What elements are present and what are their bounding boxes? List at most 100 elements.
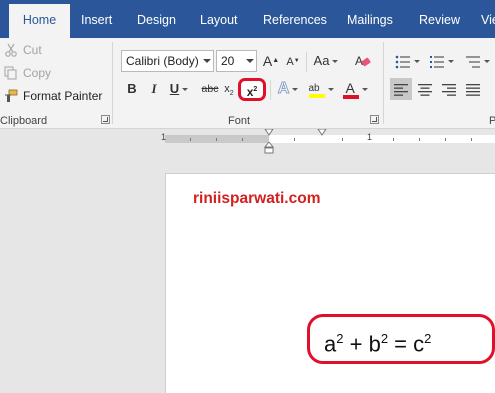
equation-equals: = xyxy=(388,331,414,357)
chevron-down-icon xyxy=(483,60,490,64)
multilevel-list-button[interactable] xyxy=(462,50,492,72)
tab-mailings[interactable]: Mailings xyxy=(347,0,393,38)
justify-button[interactable] xyxy=(462,78,484,100)
numbered-list-icon xyxy=(429,55,444,68)
scissors-icon xyxy=(5,43,17,57)
format-painter-label: Format Painter xyxy=(23,89,103,103)
ribbon-tab-bar: Home Insert Design Layout References Mai… xyxy=(0,0,495,38)
align-center-button[interactable] xyxy=(414,78,436,100)
tab-references[interactable]: References xyxy=(263,0,327,38)
align-center-icon xyxy=(418,83,432,96)
grow-font-button[interactable]: A▲ xyxy=(262,50,280,72)
tab-view[interactable]: Vie xyxy=(481,0,495,38)
equation-text[interactable]: a2 + b2 = c2 xyxy=(307,314,495,364)
equation-term-c: c xyxy=(413,331,425,357)
group-separator xyxy=(270,80,271,100)
change-case-label: Aa xyxy=(313,53,330,68)
paragraph-group-label: P xyxy=(489,115,495,127)
subscript-index: 2 xyxy=(229,90,234,98)
chevron-down-icon xyxy=(243,51,256,71)
font-color-button[interactable]: A xyxy=(340,78,370,100)
highlight-color-button[interactable]: ab xyxy=(306,78,336,100)
align-right-button[interactable] xyxy=(438,78,460,100)
caret-down-icon: ▼ xyxy=(293,58,300,64)
caret-up-icon: ▲ xyxy=(272,57,280,64)
cut-label: Cut xyxy=(23,43,42,57)
ruler-tick xyxy=(393,138,394,141)
ruler-tick xyxy=(419,138,420,141)
clipboard-launcher-icon[interactable] xyxy=(101,115,110,124)
equation-term-b: b xyxy=(368,331,381,357)
shrink-font-button[interactable]: A▼ xyxy=(284,50,302,72)
superscript-button[interactable]: x2 xyxy=(238,78,266,101)
format-painter-button[interactable]: Format Painter xyxy=(4,86,102,106)
font-size-dropdown[interactable]: 20 xyxy=(216,50,257,72)
superscript-index: 2 xyxy=(253,86,258,93)
highlight-icon: ab xyxy=(308,82,325,98)
multilevel-list-icon xyxy=(465,55,480,68)
group-separator xyxy=(306,52,307,72)
tab-stop-marker-icon[interactable] xyxy=(317,129,327,137)
paintbrush-icon xyxy=(5,89,18,102)
tab-home[interactable]: Home xyxy=(9,4,70,38)
ruler-tick xyxy=(471,138,472,141)
chevron-down-icon xyxy=(413,60,420,64)
ruler-tick xyxy=(242,138,243,141)
text-effects-label: A xyxy=(277,80,290,98)
shrink-font-label: A xyxy=(286,56,294,68)
chevron-down-icon xyxy=(327,88,334,92)
clipboard-group-label: Clipboard xyxy=(0,115,48,127)
font-color-icon: A xyxy=(342,80,359,99)
strikethrough-button[interactable]: abc xyxy=(199,78,221,100)
chevron-down-icon xyxy=(182,88,189,92)
first-line-indent-marker-icon[interactable] xyxy=(264,129,274,137)
cut-button[interactable]: Cut xyxy=(4,40,42,60)
bullet-list-icon xyxy=(395,55,410,68)
chevron-down-icon xyxy=(332,60,339,64)
group-separator xyxy=(112,42,113,124)
chevron-down-icon xyxy=(200,51,213,71)
eraser-icon: A xyxy=(355,54,371,68)
font-size-value: 20 xyxy=(221,54,235,68)
font-launcher-icon[interactable] xyxy=(370,115,379,124)
chevron-down-icon xyxy=(361,88,368,92)
bullets-button[interactable] xyxy=(392,50,422,72)
ruler-tick xyxy=(190,138,191,141)
group-separator xyxy=(383,42,384,124)
ruler-tick xyxy=(216,138,217,141)
text-effects-button[interactable]: A xyxy=(276,78,300,100)
change-case-button[interactable]: Aa xyxy=(312,50,340,72)
copy-button[interactable]: Copy xyxy=(4,63,51,83)
equation-plus: + xyxy=(343,331,369,357)
subscript-button[interactable]: x2 xyxy=(222,78,236,100)
font-color-swatch xyxy=(342,94,359,99)
hanging-indent-marker-icon[interactable] xyxy=(264,142,274,154)
italic-button[interactable]: I xyxy=(146,78,162,100)
clear-formatting-button[interactable]: A xyxy=(352,50,374,72)
font-name-value: Calibri (Body) xyxy=(126,54,199,68)
tab-layout[interactable]: Layout xyxy=(200,0,238,38)
ruler-number: 1 xyxy=(161,132,167,142)
underline-button[interactable]: U xyxy=(168,78,190,100)
tab-design[interactable]: Design xyxy=(137,0,176,38)
grow-font-label: A xyxy=(262,53,273,69)
copy-icon xyxy=(4,66,17,80)
equation-exponent-c: 2 xyxy=(424,331,432,346)
equation-exponent-b: 2 xyxy=(380,331,389,346)
ruler-tick xyxy=(445,138,446,141)
equation-term-a: a xyxy=(324,331,337,357)
bold-button[interactable]: B xyxy=(124,78,140,100)
align-left-button[interactable] xyxy=(390,78,412,100)
svg-text:A: A xyxy=(355,54,363,68)
font-name-dropdown[interactable]: Calibri (Body) xyxy=(121,50,214,72)
numbering-button[interactable] xyxy=(426,50,456,72)
highlight-swatch xyxy=(308,93,325,98)
tab-review[interactable]: Review xyxy=(419,0,460,38)
tab-insert[interactable]: Insert xyxy=(81,0,112,38)
justify-icon xyxy=(466,83,480,96)
font-group-label: Font xyxy=(228,115,251,127)
ribbon: Cut Copy Format Painter Clipboard Calibr… xyxy=(0,38,495,129)
ruler-text-area xyxy=(269,135,495,143)
align-left-icon xyxy=(394,83,408,96)
ruler-tick xyxy=(294,138,295,141)
